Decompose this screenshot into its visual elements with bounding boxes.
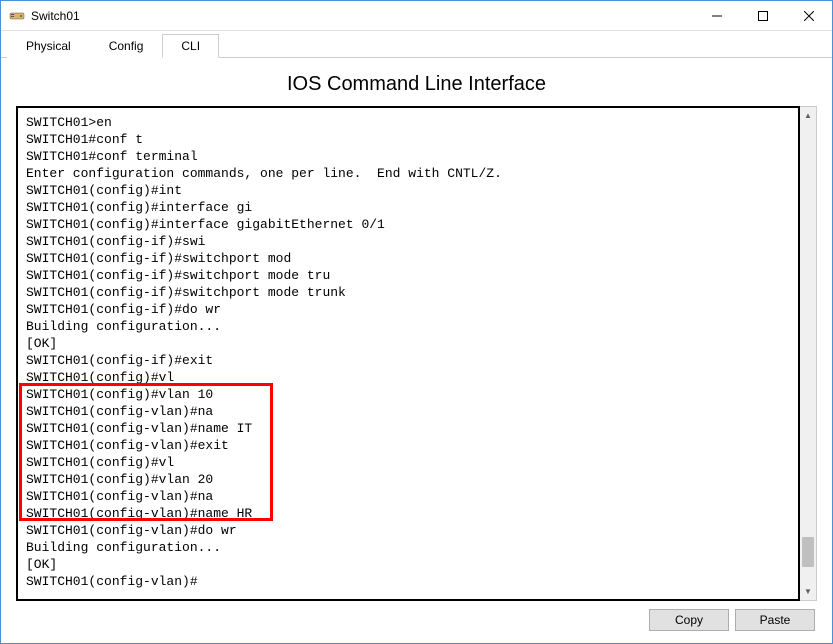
tab-config[interactable]: Config (90, 34, 163, 58)
window-controls (694, 1, 832, 30)
tab-cli[interactable]: CLI (162, 34, 219, 58)
titlebar: Switch01 (1, 1, 832, 31)
maximize-button[interactable] (740, 1, 786, 30)
terminal-scrollbar[interactable]: ▲ ▼ (800, 106, 817, 601)
app-icon (9, 8, 25, 24)
terminal-wrapper: SWITCH01>en SWITCH01#conf t SWITCH01#con… (16, 106, 817, 601)
paste-button[interactable]: Paste (735, 609, 815, 631)
scroll-up-arrow[interactable]: ▲ (800, 107, 816, 124)
copy-button[interactable]: Copy (649, 609, 729, 631)
window-title: Switch01 (31, 9, 694, 23)
button-row: Copy Paste (16, 601, 817, 633)
app-window: Switch01 Physical Config CLI IOS Command… (0, 0, 833, 644)
scroll-thumb[interactable] (802, 537, 814, 567)
minimize-button[interactable] (694, 1, 740, 30)
tab-physical[interactable]: Physical (7, 34, 90, 58)
content-area: IOS Command Line Interface SWITCH01>en S… (1, 58, 832, 643)
scroll-down-arrow[interactable]: ▼ (800, 583, 816, 600)
cli-heading: IOS Command Line Interface (16, 73, 817, 96)
tab-bar: Physical Config CLI (1, 31, 832, 58)
terminal-output[interactable]: SWITCH01>en SWITCH01#conf t SWITCH01#con… (16, 106, 800, 601)
close-button[interactable] (786, 1, 832, 30)
